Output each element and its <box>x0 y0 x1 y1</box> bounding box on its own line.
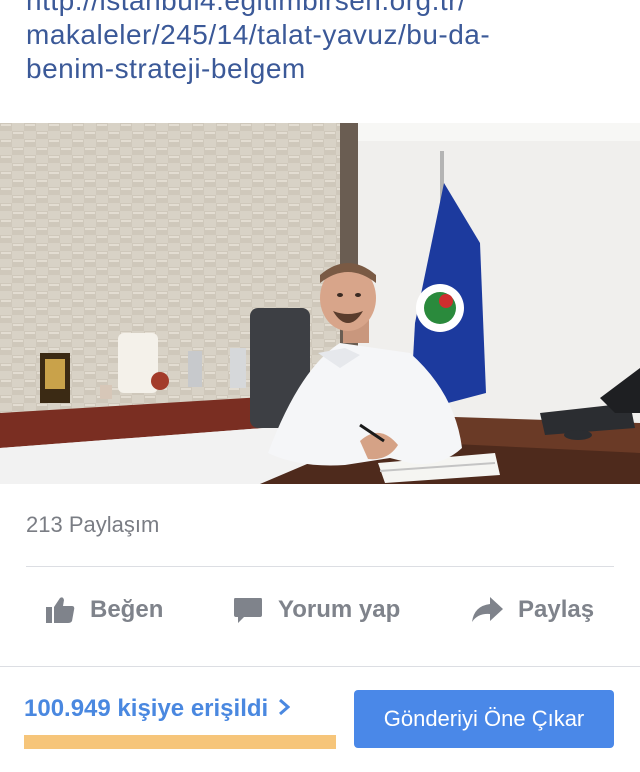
chevron-right-icon <box>278 695 291 723</box>
post-link[interactable]: http://istanbul4.egitimbirsen.org.tr/ ma… <box>26 0 626 86</box>
post-link-line-2[interactable]: makaleler/245/14/talat-yavuz/bu-da- <box>26 18 626 52</box>
share-arrow-icon <box>470 595 504 625</box>
reach-progress-fill <box>24 735 336 749</box>
thumbs-up-icon <box>44 594 76 626</box>
comment-icon <box>232 594 264 626</box>
comment-button[interactable]: Yorum yap <box>232 590 400 630</box>
like-label: Beğen <box>90 596 164 623</box>
post-link-line-1[interactable]: http://istanbul4.egitimbirsen.org.tr/ <box>26 0 626 18</box>
comment-label: Yorum yap <box>278 596 401 623</box>
share-label: Paylaş <box>518 596 595 623</box>
reach-label: 100.949 kişiye erişildi <box>24 695 269 722</box>
reach-progress-bar <box>24 735 336 749</box>
share-button[interactable]: Paylaş <box>470 590 594 630</box>
office-photo-illustration <box>0 123 640 484</box>
share-count[interactable]: 213 Paylaşım <box>26 512 159 538</box>
post-link-line-3[interactable]: benim-strateji-belgem <box>26 52 626 86</box>
post-photo[interactable] <box>0 123 640 484</box>
like-button[interactable]: Beğen <box>44 590 163 630</box>
boost-post-button[interactable]: Gönderiyi Öne Çıkar <box>354 690 614 748</box>
divider-top <box>26 566 614 567</box>
divider-bottom <box>0 666 640 667</box>
reach-link[interactable]: 100.949 kişiye erişildi <box>24 695 291 723</box>
